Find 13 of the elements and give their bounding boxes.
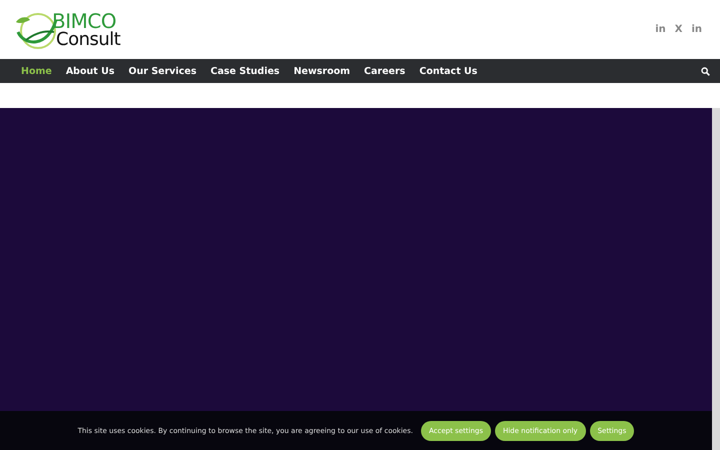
nav-link[interactable]: Home xyxy=(21,66,52,76)
logo-subtitle: Consult xyxy=(56,30,120,48)
social-link[interactable]: X xyxy=(674,24,682,35)
logo-title: BIMCO xyxy=(52,10,116,30)
nav-link[interactable]: Our Services xyxy=(128,66,196,76)
social-link[interactable]: in xyxy=(655,24,666,35)
social-link[interactable]: in xyxy=(691,24,702,35)
search-icon[interactable] xyxy=(701,66,710,76)
nav-link[interactable]: Careers xyxy=(364,66,406,76)
nav-link[interactable]: Case Studies xyxy=(210,66,280,76)
nav-link[interactable]: Newsroom xyxy=(294,66,350,76)
nav-link[interactable]: Contact Us xyxy=(419,66,478,76)
nav-link[interactable]: About Us xyxy=(66,66,114,76)
